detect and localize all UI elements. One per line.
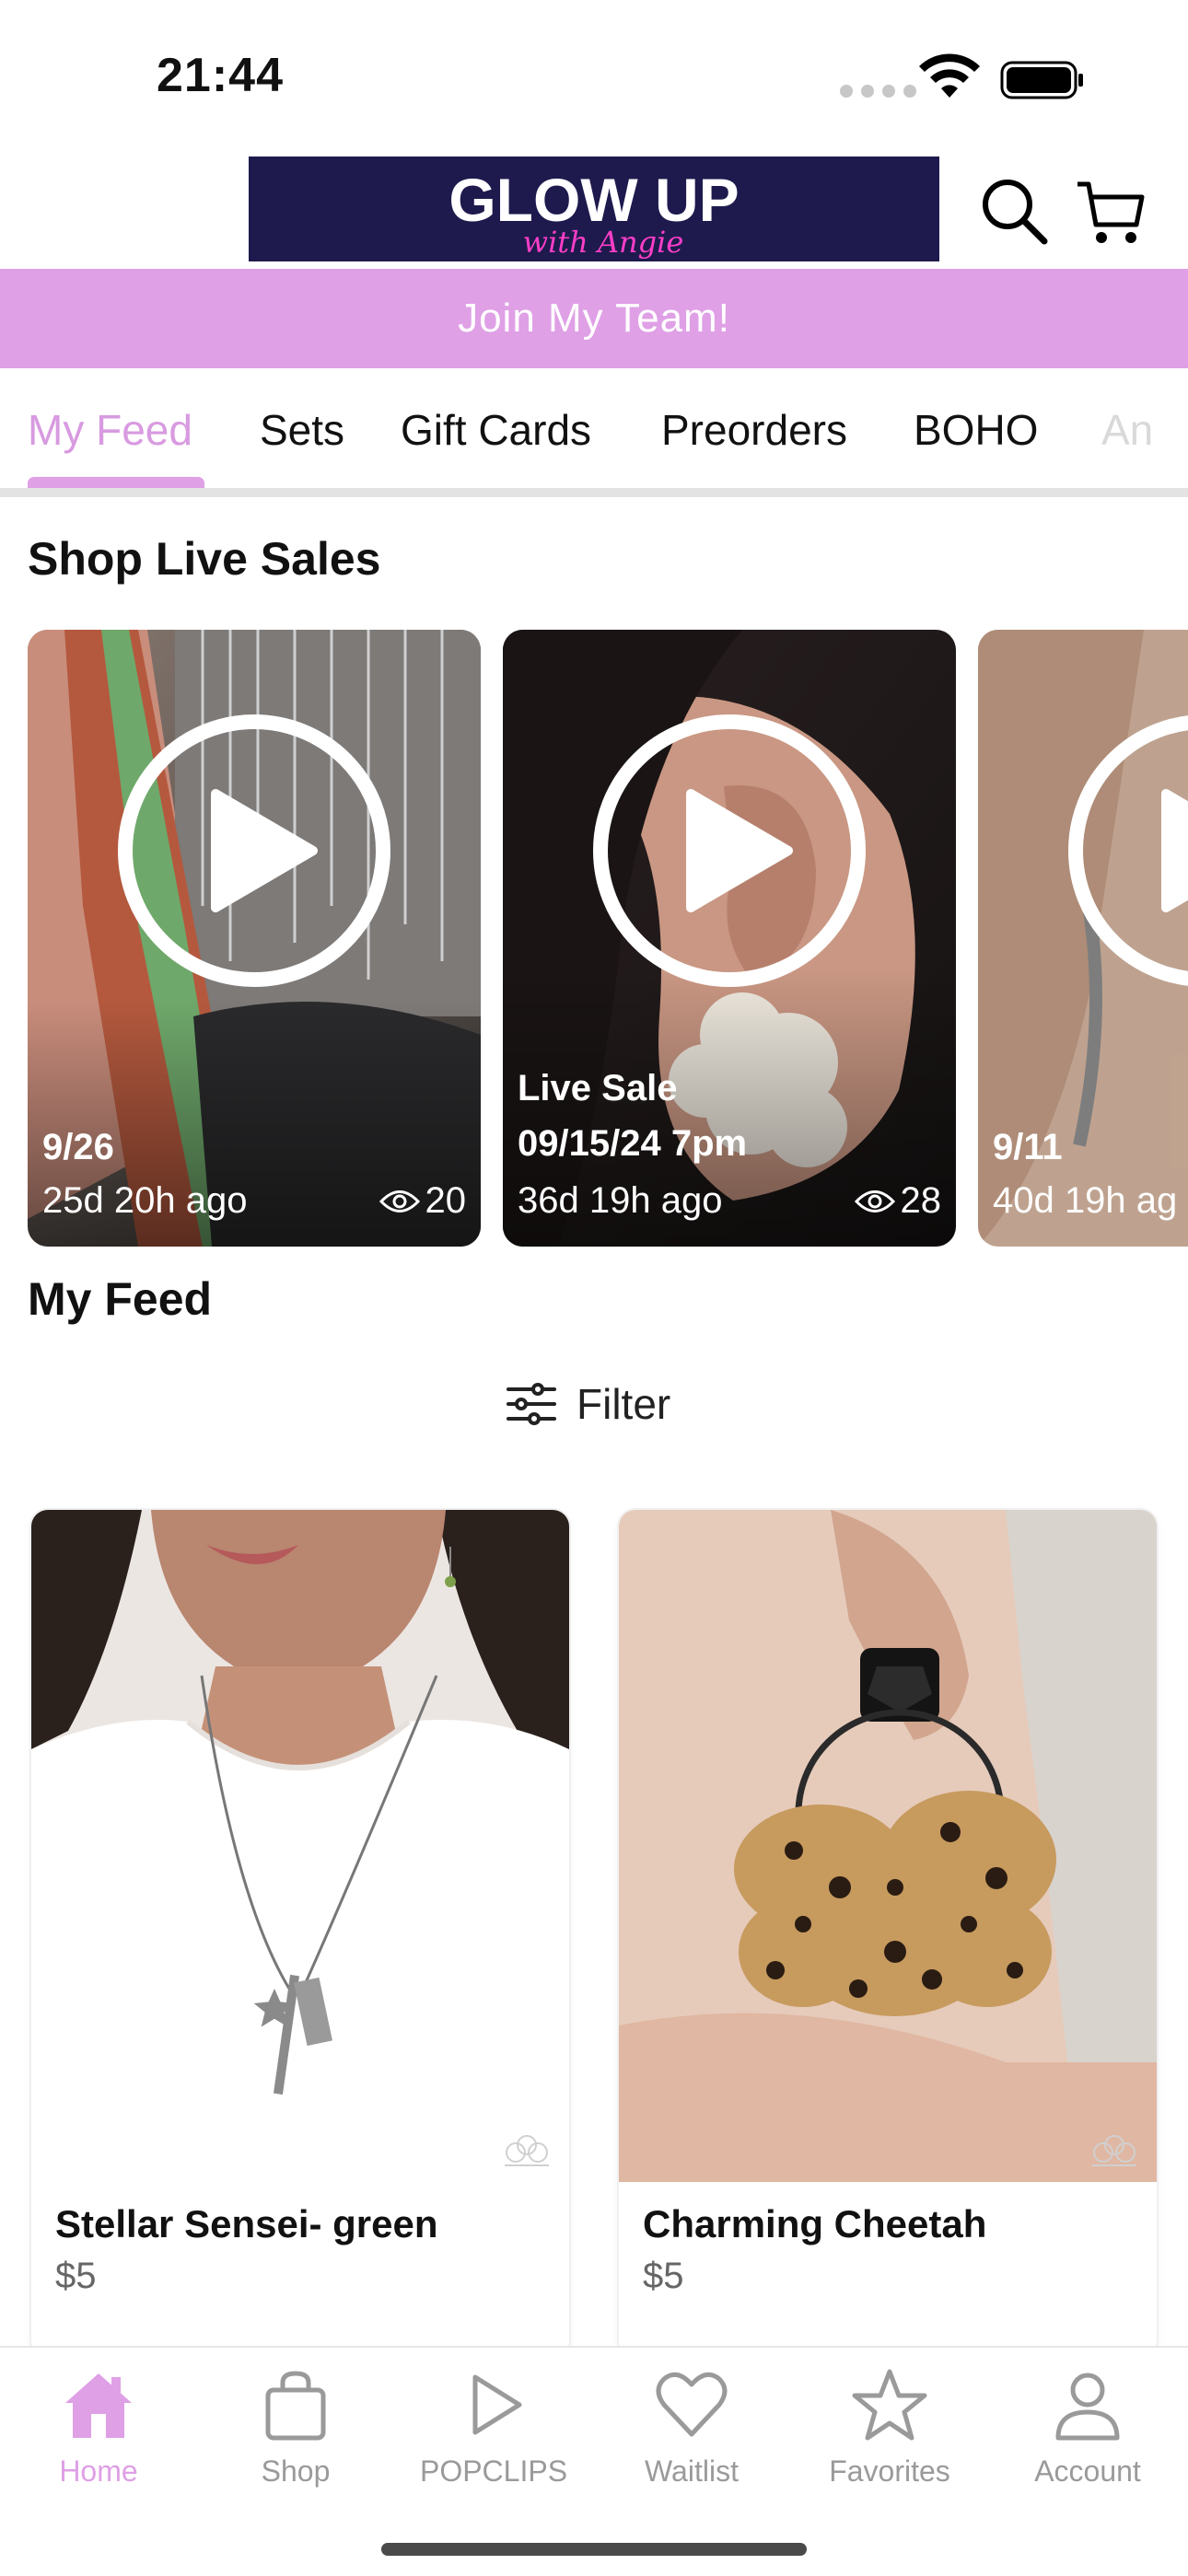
- play-icon[interactable]: [591, 713, 868, 989]
- view-count: 28: [854, 1180, 942, 1222]
- nav-favorites[interactable]: Favorites: [798, 2366, 982, 2489]
- live-sale-date: 9/11: [993, 1127, 1063, 1167]
- view-count: 20: [379, 1180, 467, 1222]
- nav-waitlist-label: Waitlist: [645, 2454, 739, 2488]
- filter-label: Filter: [577, 1380, 671, 1428]
- person-icon: [1055, 2373, 1120, 2441]
- live-sale-date: 9/26: [42, 1127, 114, 1167]
- live-sale-card[interactable]: 9/11 40d 19h ag: [978, 630, 1188, 1247]
- live-sale-age: 40d 19h ag: [993, 1180, 1178, 1221]
- feed-title: My Feed: [28, 1273, 213, 1325]
- nav-popclips[interactable]: POPCLIPS: [402, 2366, 586, 2489]
- search-icon[interactable]: [978, 175, 1052, 249]
- home-indicator[interactable]: [381, 2543, 807, 2556]
- product-name: Charming Cheetah: [643, 2202, 987, 2245]
- product-card[interactable]: Stellar Sensei- green $5: [31, 1510, 569, 2357]
- category-tabs: My Feed Sets Gift Cards Preorders BOHO A…: [0, 368, 1188, 497]
- nav-shop[interactable]: Shop: [204, 2366, 388, 2489]
- star-icon: [852, 2369, 927, 2441]
- bag-icon: [265, 2371, 326, 2441]
- play-icon: [472, 2374, 522, 2435]
- live-sale-card[interactable]: Live Sale 09/15/24 7pm 36d 19h ago 28: [503, 630, 956, 1247]
- live-sales-carousel[interactable]: 9/26 25d 20h ago 20 Live Sale 09/15/24 7…: [28, 630, 1188, 1247]
- tab-preorders[interactable]: Preorders: [661, 405, 847, 455]
- tab-boho[interactable]: BOHO: [914, 405, 1038, 455]
- product-image: [31, 1510, 569, 2182]
- join-team-banner[interactable]: Join My Team!: [0, 269, 1188, 368]
- live-sales-title: Shop Live Sales: [28, 533, 381, 585]
- tab-partial[interactable]: An: [1101, 405, 1153, 455]
- status-time: 21:44: [157, 49, 284, 102]
- eye-icon: [854, 1189, 895, 1213]
- live-sale-age: 36d 19h ago: [518, 1180, 723, 1221]
- product-price: $5: [55, 2256, 97, 2296]
- sliders-icon: [507, 1383, 556, 1425]
- store-logo[interactable]: GLOW UP with Angie: [249, 157, 939, 261]
- brand-watermark-icon: [1092, 2135, 1136, 2166]
- live-sale-date: 09/15/24 7pm: [518, 1123, 748, 1164]
- wifi-icon: [919, 53, 980, 98]
- filter-button[interactable]: Filter: [507, 1372, 670, 1436]
- tab-my-feed[interactable]: My Feed: [28, 405, 192, 455]
- nav-home[interactable]: Home: [6, 2366, 191, 2489]
- cellular-signal-icon: [840, 85, 916, 98]
- cart-icon[interactable]: [1074, 175, 1147, 249]
- home-icon: [65, 2373, 132, 2438]
- tab-gift-cards[interactable]: Gift Cards: [401, 405, 591, 455]
- product-card[interactable]: Charming Cheetah $5: [619, 1510, 1157, 2357]
- app-header: GLOW UP with Angie: [0, 147, 1188, 267]
- logo-script: with Angie: [523, 225, 684, 260]
- product-image: [619, 1510, 1157, 2182]
- live-sale-card[interactable]: 9/26 25d 20h ago 20: [28, 630, 481, 1247]
- live-sale-title: Live Sale: [518, 1068, 678, 1108]
- view-count-value: 20: [425, 1180, 467, 1221]
- nav-popclips-label: POPCLIPS: [419, 2454, 568, 2488]
- nav-favorites-label: Favorites: [829, 2454, 950, 2488]
- brand-watermark-icon: [505, 2135, 549, 2166]
- bottom-nav: Home Shop POPCLIPS Waitlist Favorites Ac…: [0, 2346, 1188, 2576]
- nav-account-label: Account: [1034, 2454, 1141, 2488]
- nav-waitlist[interactable]: Waitlist: [600, 2366, 784, 2489]
- play-icon[interactable]: [116, 713, 392, 989]
- eye-icon: [379, 1189, 420, 1213]
- battery-icon: [1000, 61, 1083, 99]
- nav-shop-label: Shop: [261, 2454, 331, 2488]
- active-tab-indicator: [28, 477, 204, 488]
- tab-sets[interactable]: Sets: [260, 405, 344, 455]
- play-icon[interactable]: [1066, 713, 1188, 989]
- view-count-value: 28: [900, 1180, 942, 1221]
- heart-icon: [656, 2372, 728, 2437]
- live-sale-age: 25d 20h ago: [42, 1180, 248, 1221]
- status-bar: 21:44: [0, 0, 1188, 147]
- nav-home-label: Home: [59, 2454, 138, 2488]
- product-name: Stellar Sensei- green: [55, 2202, 438, 2245]
- nav-account[interactable]: Account: [996, 2366, 1180, 2489]
- logo-text: GLOW UP: [448, 166, 739, 234]
- product-price: $5: [643, 2256, 684, 2296]
